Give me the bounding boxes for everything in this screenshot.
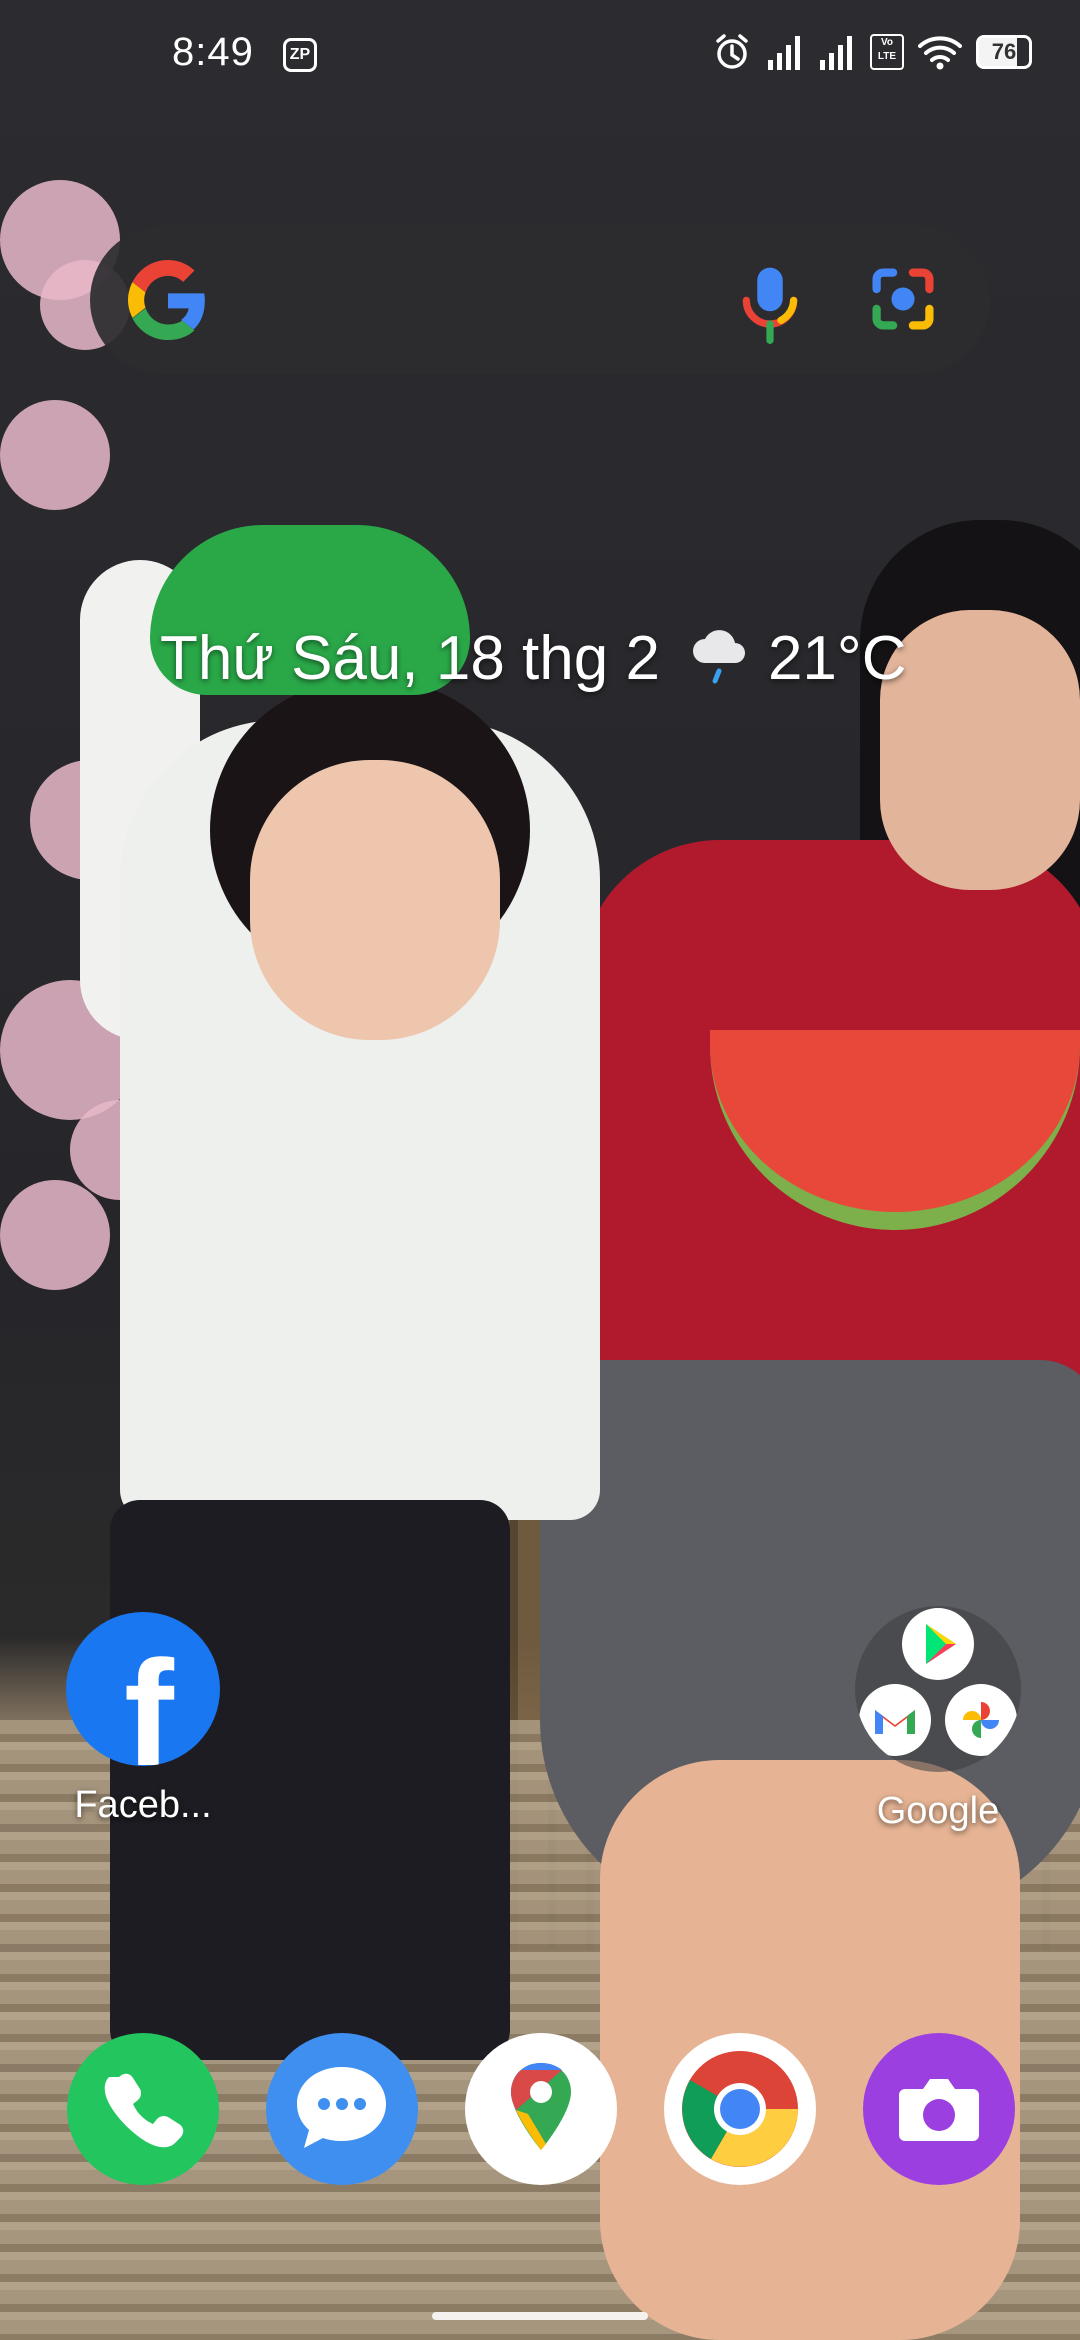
volte-icon: Vo LTE bbox=[870, 34, 904, 70]
facebook-icon: f bbox=[66, 1612, 220, 1766]
gesture-nav-handle[interactable] bbox=[432, 2312, 648, 2320]
messages-icon bbox=[266, 2033, 418, 2185]
app-label: Faceb... bbox=[74, 1784, 212, 1826]
google-photos-icon bbox=[945, 1684, 1017, 1756]
cloud-rain-icon bbox=[692, 630, 745, 684]
alarm-icon bbox=[716, 34, 748, 69]
status-icons: Vo LTE 76 bbox=[712, 32, 1032, 72]
dock-app-chrome[interactable] bbox=[640, 2033, 840, 2185]
signal-icon bbox=[820, 36, 852, 70]
dock-app-messages[interactable] bbox=[242, 2033, 442, 2185]
wallpaper-woman-face bbox=[880, 610, 1080, 890]
signal-icon bbox=[768, 36, 800, 70]
app-folder-google[interactable]: Google bbox=[838, 1606, 1038, 1833]
phone-icon bbox=[67, 2033, 219, 2185]
app-label: Google bbox=[876, 1790, 1000, 1832]
mic-icon[interactable] bbox=[735, 264, 805, 344]
zp-icon: ZP bbox=[283, 38, 317, 72]
google-folder-icon bbox=[855, 1606, 1021, 1772]
google-g-icon bbox=[128, 260, 205, 340]
wallpaper-blossom bbox=[0, 1180, 110, 1290]
wallpaper-child-face bbox=[250, 760, 500, 1040]
wallpaper-blossom bbox=[0, 400, 110, 510]
play-store-icon bbox=[902, 1608, 974, 1680]
app-facebook[interactable]: f Faceb... bbox=[43, 1612, 243, 1827]
status-bar: 8:49 ZP Vo LTE 76 bbox=[0, 0, 1080, 112]
glance-date[interactable]: Thứ Sáu, 18 thg 2 bbox=[160, 623, 660, 694]
lens-icon[interactable] bbox=[870, 266, 936, 332]
dock-app-camera[interactable] bbox=[839, 2033, 1039, 2185]
battery-percent: 76 bbox=[991, 39, 1017, 64]
dock-app-maps[interactable] bbox=[441, 2033, 641, 2185]
at-a-glance-widget[interactable]: Thứ Sáu, 18 thg 2 21°C bbox=[160, 618, 906, 698]
gmail-icon bbox=[859, 1684, 931, 1756]
glance-temperature[interactable]: 21°C bbox=[768, 623, 907, 694]
battery-icon: 76 bbox=[976, 35, 1032, 69]
camera-icon bbox=[863, 2033, 1015, 2185]
google-maps-icon bbox=[465, 2033, 617, 2185]
status-time: 8:49 bbox=[172, 30, 254, 74]
wifi-icon bbox=[918, 36, 962, 70]
chrome-icon bbox=[664, 2033, 816, 2185]
google-search-bar[interactable] bbox=[90, 226, 990, 374]
dock-app-phone[interactable] bbox=[43, 2033, 243, 2185]
